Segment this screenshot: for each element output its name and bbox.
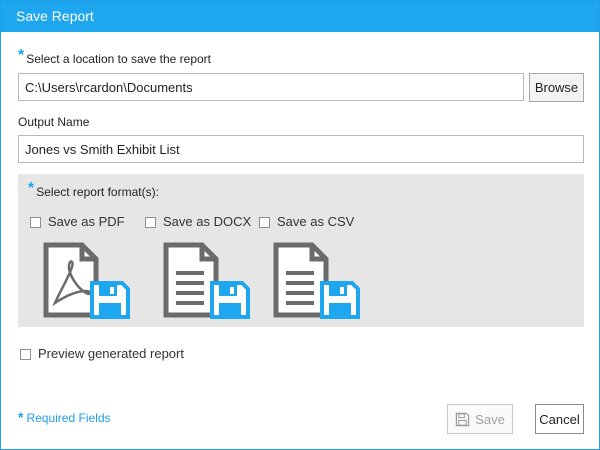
save-disk-icon — [455, 412, 470, 426]
dialog-title: Save Report — [1, 1, 599, 32]
pdf-label[interactable]: Save as PDF — [48, 214, 125, 229]
save-button[interactable]: Save — [447, 404, 513, 434]
save-button-label: Save — [475, 411, 505, 427]
required-fields-text: Required Fields — [26, 411, 111, 425]
format-required-marker: * — [28, 180, 35, 197]
format-panel: * Select report format(s): Save as PDF Sa… — [18, 174, 584, 327]
location-required-marker: * — [18, 47, 25, 64]
required-fields-marker: * — [18, 409, 24, 425]
preview-checkbox[interactable] — [20, 349, 31, 360]
location-input[interactable] — [18, 73, 524, 101]
docx-label[interactable]: Save as DOCX — [163, 214, 251, 229]
csv-file-save-icon — [273, 242, 360, 319]
required-fields-note: * Required Fields — [18, 409, 111, 425]
pdf-file-save-icon — [43, 242, 130, 319]
location-label: * Select a location to save the report — [18, 47, 212, 68]
format-label: * Select report format(s): — [28, 180, 159, 201]
docx-checkbox[interactable] — [145, 217, 156, 228]
location-label-text: Select a location to save the report — [26, 52, 212, 66]
pdf-checkbox[interactable] — [30, 217, 41, 228]
csv-checkbox[interactable] — [259, 217, 270, 228]
format-label-text: Select report format(s): — [36, 185, 159, 199]
browse-button[interactable]: Browse — [529, 73, 584, 102]
csv-label[interactable]: Save as CSV — [277, 214, 354, 229]
cancel-button[interactable]: Cancel — [535, 404, 584, 434]
output-name-label: Output Name — [18, 115, 90, 129]
docx-file-save-icon — [163, 242, 250, 319]
save-report-dialog: Save Report * Select a location to save t… — [0, 0, 600, 450]
preview-label[interactable]: Preview generated report — [38, 346, 184, 361]
output-name-input[interactable] — [18, 135, 584, 163]
